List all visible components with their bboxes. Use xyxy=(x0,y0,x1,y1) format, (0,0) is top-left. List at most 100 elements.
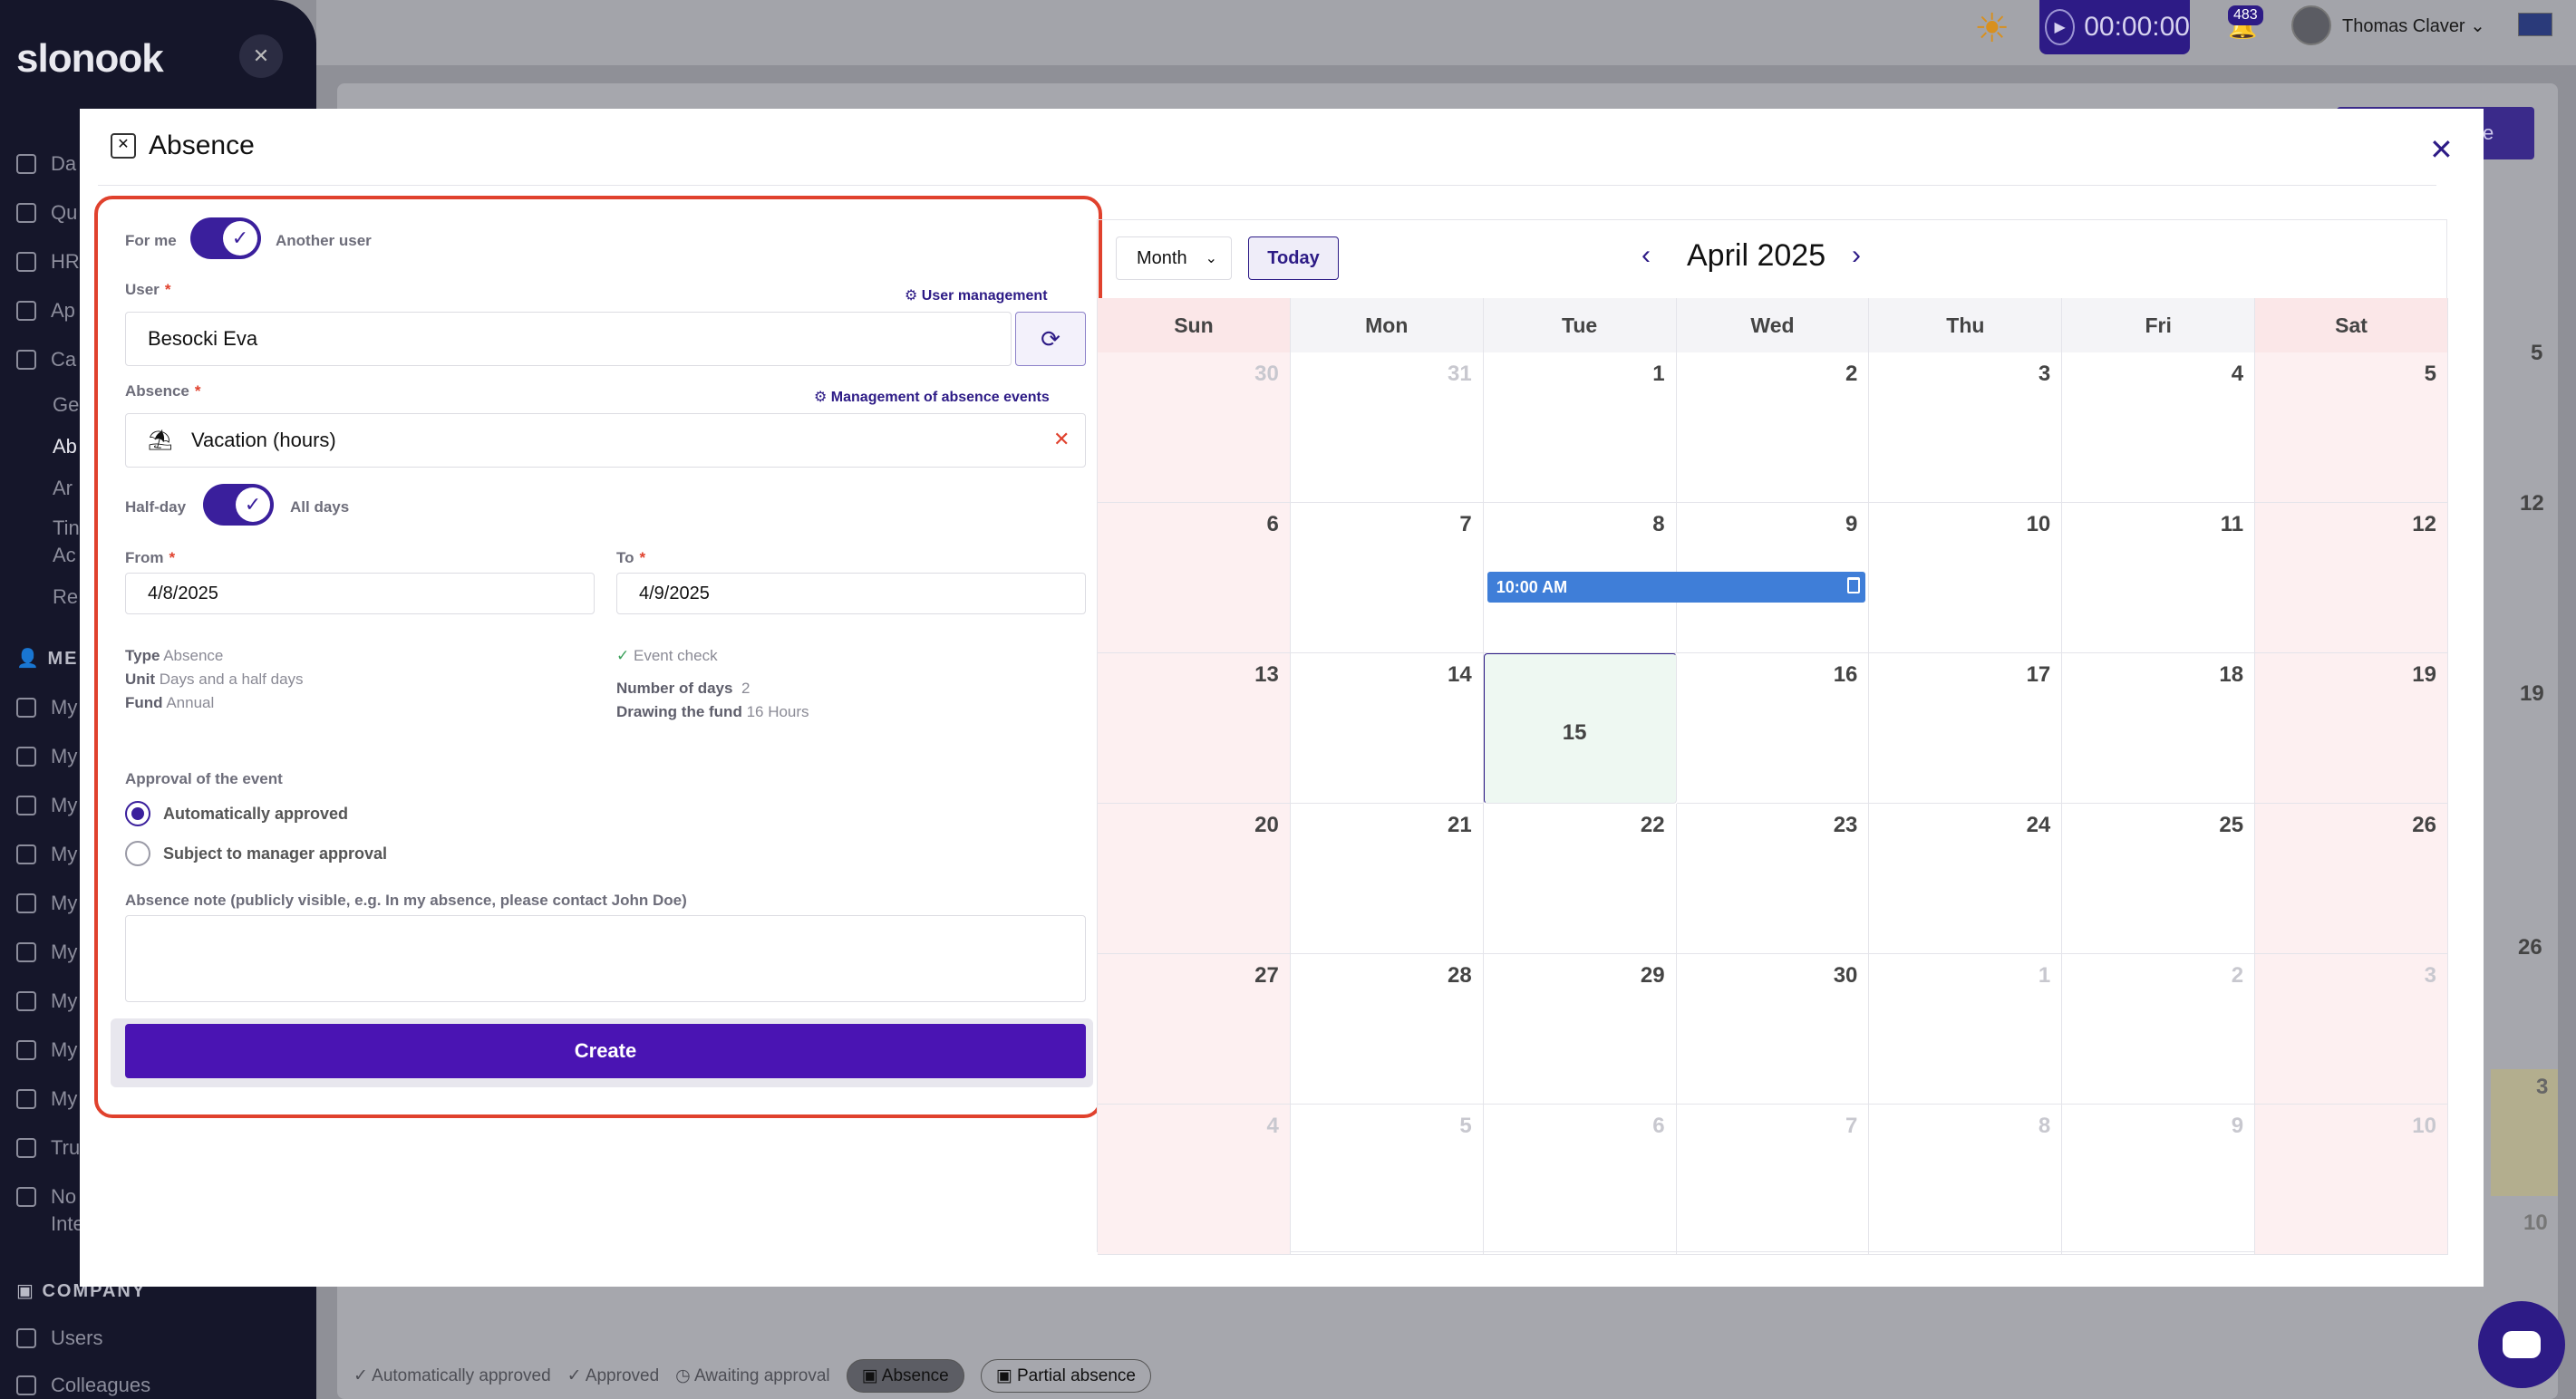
calendar-day-cell[interactable]: 19 xyxy=(2255,653,2448,804)
calendar-day-cell[interactable]: 2 xyxy=(1676,352,1870,503)
sidebar-item[interactable]: Qu xyxy=(16,201,77,225)
avatar[interactable] xyxy=(2291,5,2331,45)
target-icon xyxy=(16,1040,36,1060)
calendar-day-cell[interactable]: 11 xyxy=(2062,503,2256,653)
calendar-day-cell[interactable]: 4 xyxy=(1098,1105,1291,1255)
calendar-day-cell[interactable]: 7 xyxy=(1290,503,1484,653)
calendar-day-cell[interactable]: 2 xyxy=(2062,954,2256,1105)
sidebar-subitem[interactable]: Ge xyxy=(53,393,79,417)
sidebar-subitem[interactable]: Re xyxy=(53,585,78,609)
chevron-left-icon[interactable]: ‹ xyxy=(1641,240,1651,271)
note-textarea[interactable] xyxy=(125,915,1086,1002)
calendar-day-cell[interactable]: 28 xyxy=(1290,954,1484,1105)
sidebar-item[interactable]: My xyxy=(16,794,77,817)
calendar-day-cell[interactable]: 23 xyxy=(1676,804,1870,954)
tools-icon xyxy=(16,844,36,864)
note-label: Absence note (publicly visible, e.g. In … xyxy=(125,892,687,909)
sidebar-subitem[interactable]: Ac xyxy=(53,544,76,567)
calendar-day-cell[interactable]: 25 xyxy=(2062,804,2256,954)
sidebar-item[interactable]: Da xyxy=(16,152,76,176)
calendar-day-cell[interactable]: 6 xyxy=(1483,1105,1677,1255)
calendar-day-cell[interactable]: 26 xyxy=(2255,804,2448,954)
calendar-day-cell[interactable]: 8 xyxy=(1869,1105,2063,1255)
calendar-day-cell[interactable]: 17 xyxy=(1869,653,2063,804)
sidebar-item[interactable]: HR xyxy=(16,250,80,274)
sidebar-item[interactable]: Tru xyxy=(16,1136,80,1160)
user-management-link[interactable]: ⚙ User management xyxy=(905,286,1048,304)
sidebar-subitem-active[interactable]: Ab xyxy=(53,435,77,458)
today-button[interactable]: Today xyxy=(1248,236,1339,280)
calendar-day-cell[interactable]: 31 xyxy=(1290,352,1484,503)
calendar-day-cell[interactable]: 30 xyxy=(1098,352,1291,503)
radio-manager-approval[interactable] xyxy=(125,841,150,866)
calendar-day-cell[interactable]: 18 xyxy=(2062,653,2256,804)
view-select[interactable]: Month ⌄ xyxy=(1116,236,1232,280)
calendar-day-cell[interactable]: 24 xyxy=(1869,804,2063,954)
calendar-day-cell[interactable]: 21 xyxy=(1290,804,1484,954)
user-toggle[interactable]: ✓ xyxy=(190,217,261,259)
uk-flag-icon[interactable] xyxy=(2518,13,2552,36)
calendar-day-cell[interactable]: 12 xyxy=(2255,503,2448,653)
clear-icon[interactable]: ✕ xyxy=(1053,428,1070,451)
calendar-day-cell[interactable]: 13 xyxy=(1098,653,1291,804)
user-select[interactable]: Besocki Eva xyxy=(125,312,1012,366)
calendar-day-cell[interactable]: 7 xyxy=(1676,1105,1870,1255)
sidebar-item-users[interactable]: Users xyxy=(16,1327,102,1350)
calendar-day-cell[interactable]: 16 xyxy=(1676,653,1870,804)
modal-title: Absence xyxy=(149,130,255,160)
calendar-day-cell[interactable]: 27 xyxy=(1098,954,1291,1105)
absence-management-link[interactable]: ⚙ Management of absence events xyxy=(814,388,1050,406)
sidebar-item[interactable]: My xyxy=(16,843,77,866)
sidebar-item[interactable]: My xyxy=(16,1038,77,1062)
refresh-button[interactable]: ⟳ xyxy=(1015,312,1086,366)
close-icon[interactable]: ✕ xyxy=(2429,132,2454,167)
calendar-day-cell[interactable]: 20 xyxy=(1098,804,1291,954)
sidebar-item[interactable]: Ap xyxy=(16,299,75,323)
calendar-day-cell[interactable]: 1 xyxy=(1869,954,2063,1105)
sidebar-item[interactable]: My xyxy=(16,941,77,964)
time-tracker[interactable]: ▶ 00:00:00 xyxy=(2039,0,2190,54)
day-mode-toggle[interactable]: ✓ xyxy=(203,484,274,526)
calendar-toolbar: Month ⌄ Today ‹ April 2025 › xyxy=(1098,220,2446,298)
sidebar-item[interactable]: Ca xyxy=(16,348,76,371)
calendar-day-cell[interactable]: 5 xyxy=(1290,1105,1484,1255)
calendar-day-cell[interactable]: 9 xyxy=(2062,1105,2256,1255)
calendar-day-cell[interactable]: 1 xyxy=(1483,352,1677,503)
calendar-day-cell[interactable]: 30 xyxy=(1676,954,1870,1105)
trash-icon[interactable] xyxy=(1847,577,1861,593)
calendar-event[interactable]: 10:00 AM xyxy=(1487,572,1866,603)
sidebar-item[interactable]: My xyxy=(16,696,77,719)
legend-pill-partial[interactable]: ▣ Partial absence xyxy=(980,1359,1151,1393)
create-button[interactable]: Create xyxy=(125,1024,1086,1078)
calendar-day-cell[interactable]: 22 xyxy=(1483,804,1677,954)
sidebar-item[interactable]: My xyxy=(16,745,77,768)
sidebar-subitem[interactable]: Ar xyxy=(53,477,73,500)
calendar-day-cell[interactable]: 14 xyxy=(1290,653,1484,804)
chat-button[interactable] xyxy=(2478,1301,2565,1388)
calendar-day-cell[interactable]: 3 xyxy=(2255,954,2448,1105)
number-of-days-info: Number of days 2 xyxy=(616,680,751,697)
sidebar-item[interactable]: My xyxy=(16,989,77,1013)
calendar-day-cell[interactable]: 15 xyxy=(1483,653,1677,804)
calendar-day-cell[interactable]: 29 xyxy=(1483,954,1677,1105)
calendar-day-cell[interactable]: 4 xyxy=(2062,352,2256,503)
from-date-input[interactable]: 4/8/2025 xyxy=(125,573,595,614)
sidebar-item[interactable]: My xyxy=(16,892,77,915)
sidebar-item-colleagues[interactable]: Colleagues xyxy=(16,1374,150,1397)
legend-pill-absence[interactable]: ▣ Absence xyxy=(846,1359,964,1393)
to-date-input[interactable]: 4/9/2025 xyxy=(616,573,1086,614)
calendar-day-cell[interactable]: 6 xyxy=(1098,503,1291,653)
user-menu[interactable]: Thomas Claver ⌄ xyxy=(2342,14,2485,37)
sidebar-item[interactable]: My xyxy=(16,1087,77,1111)
sidebar-subitem[interactable]: Tin xyxy=(53,516,80,540)
absence-select[interactable]: ⛱ Vacation (hours) xyxy=(125,413,1086,468)
radio-auto-approved[interactable] xyxy=(125,801,150,826)
chevron-right-icon[interactable]: › xyxy=(1852,240,1861,271)
sidebar-close-icon[interactable]: ✕ xyxy=(239,34,283,78)
calendar-day-cell[interactable]: 10 xyxy=(1869,503,2063,653)
calendar-day-cell[interactable]: 10 xyxy=(2255,1105,2448,1255)
calendar-day-cell[interactable]: 3 xyxy=(1869,352,2063,503)
sidebar-item[interactable]: No xyxy=(16,1185,76,1209)
calendar-day-cell[interactable]: 5 xyxy=(2255,352,2448,503)
play-icon[interactable]: ▶ xyxy=(2045,9,2076,45)
